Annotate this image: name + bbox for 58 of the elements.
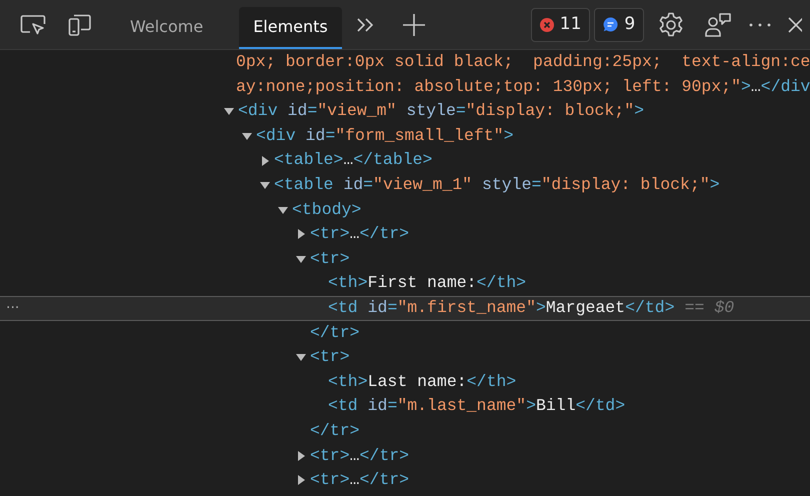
code-line: <td id="m.last_name">Bill</td> <box>328 395 626 418</box>
tree-row[interactable]: ··· <td id="m.first_name">Margeaet</td> == $0 <box>0 296 810 321</box>
code-line: </tr> <box>310 420 360 442</box>
code-line: <tr> <box>310 248 350 270</box>
selected-node-marker: == $0 <box>684 296 734 319</box>
code-line: <tr>…</tr> <box>310 469 410 492</box>
code-line: <tr>…</tr> <box>310 223 410 246</box>
code-line: <td id="m.first_name">Margeaet</td> <box>328 296 675 319</box>
collapsed-triangle-icon[interactable] <box>260 156 270 166</box>
tree-row[interactable]: <tbody> <box>0 198 810 222</box>
code-line: <table>…</table> <box>274 149 432 172</box>
tree-row[interactable]: <td id="m.last_name">Bill</td> <box>0 394 810 419</box>
inspect-icon[interactable] <box>20 14 46 36</box>
device-icon[interactable] <box>68 12 92 36</box>
code-line: <div id="form_small_left"> <box>256 124 514 147</box>
error-icon <box>540 18 554 32</box>
tree-row[interactable]: <div id="form_small_left"> <box>0 124 810 148</box>
code-line: <tr>…</tr> <box>310 444 410 466</box>
collapsed-triangle-icon[interactable] <box>296 475 306 486</box>
code-line: <th>Last name:</th> <box>328 370 516 393</box>
tree-row[interactable]: <th>First name:</th> <box>0 271 810 296</box>
code-line: <tbody> <box>292 198 362 221</box>
chevrons-icon[interactable] <box>356 16 374 32</box>
tab[interactable]: Welcome <box>116 7 218 49</box>
tree-row[interactable]: <tr> <box>0 246 810 272</box>
code-line: <table id="view_m_1" style="display: block;"> <box>274 174 720 196</box>
message-count[interactable]: 9 <box>594 8 644 42</box>
code-line: ay:none;position: absolute;top: 130px; left: 90px;">…</div <box>236 76 810 98</box>
expanded-triangle-icon[interactable] <box>242 131 252 142</box>
settings-icon[interactable] <box>658 12 684 38</box>
code-line: </tr> <box>310 322 360 344</box>
more-icon[interactable] <box>748 22 772 28</box>
tree-row[interactable]: <div id="view_m" style="display: block;"> <box>0 99 810 124</box>
collapsed-triangle-icon[interactable] <box>296 450 306 461</box>
tree-row[interactable]: <tr> <box>0 345 810 370</box>
tab[interactable]: Elements <box>239 7 342 49</box>
feedback-icon[interactable] <box>704 12 732 38</box>
code-line: <div id="view_m" style="display: block;"> <box>238 100 644 122</box>
tree-row[interactable]: <tr>…</tr> <box>0 444 810 468</box>
code-line: <th>First name:</th> <box>328 272 526 294</box>
expanded-triangle-icon[interactable] <box>296 254 306 264</box>
code-line: <tr> <box>310 346 350 368</box>
expanded-triangle-icon[interactable] <box>278 204 288 215</box>
expanded-triangle-icon[interactable] <box>296 352 306 362</box>
more-options-button[interactable]: ··· <box>6 296 20 321</box>
code-line: 0px; border:0px solid black; padding:25px; text-align:ce <box>236 51 810 73</box>
tree-row[interactable]: <tr>…</tr> <box>0 468 810 493</box>
tree-row[interactable]: <table>…</table> <box>0 148 810 173</box>
message-icon <box>603 17 618 32</box>
collapsed-triangle-icon[interactable] <box>296 229 306 240</box>
tree-row[interactable]: <tr>…</tr> <box>0 222 810 247</box>
tree-row[interactable]: <th>Last name:</th> <box>0 370 810 394</box>
error-count[interactable]: 11 <box>530 8 590 42</box>
expanded-triangle-icon[interactable] <box>260 180 270 190</box>
expanded-triangle-icon[interactable] <box>224 106 234 116</box>
plus-icon[interactable] <box>402 12 426 36</box>
tree-row[interactable]: <table id="view_m_1" style="display: block;"> <box>0 172 810 198</box>
close-icon[interactable] <box>788 14 802 34</box>
